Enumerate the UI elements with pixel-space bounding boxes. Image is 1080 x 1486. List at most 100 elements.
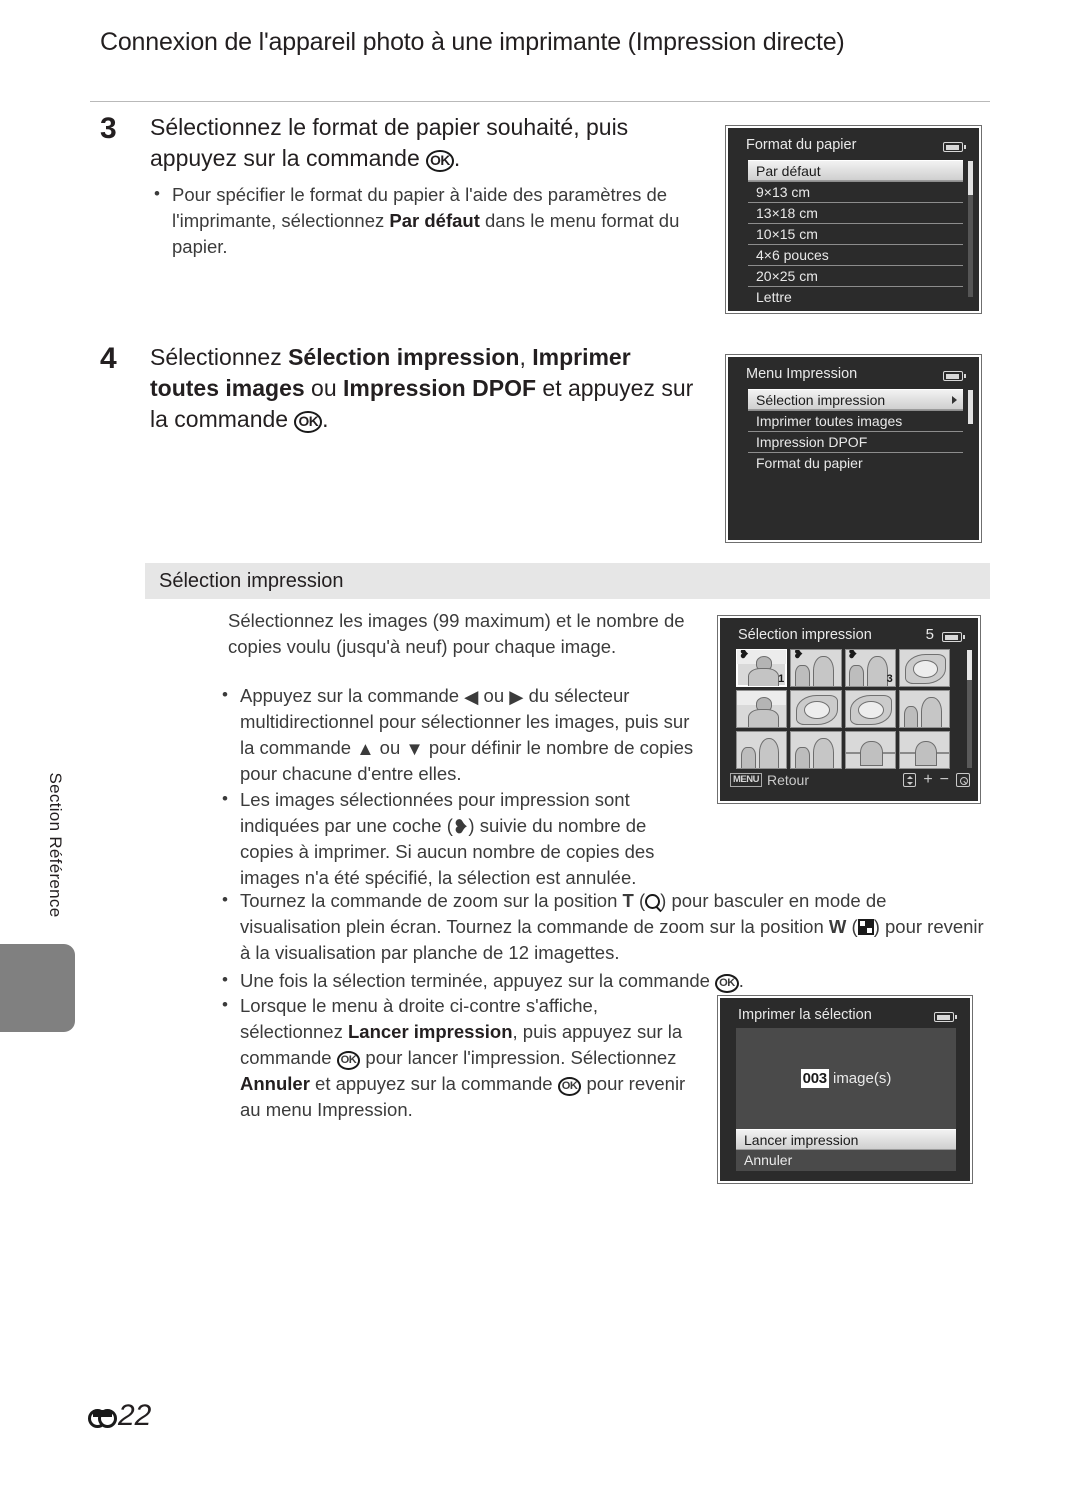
lcd-paper-title: Format du papier: [746, 137, 857, 153]
minus-icon: −: [939, 771, 949, 788]
battery-icon: [942, 632, 965, 642]
step-4-text-e: .: [322, 406, 329, 432]
lcd-print-menu-screen: Menu Impression Sélection impression Imp…: [725, 354, 982, 543]
ok-button-icon: OK: [426, 150, 454, 172]
step-3-bullet-1: Pour spécifier le format du papier à l'a…: [150, 181, 700, 260]
menu-item-13x18[interactable]: 13×18 cm: [748, 202, 963, 223]
thumbnail-1[interactable]: ❥ 1: [736, 649, 788, 687]
check-mark-icon: ❥: [793, 649, 804, 661]
menu-item-par-defaut[interactable]: Par défaut: [748, 160, 963, 181]
step-3-title-text: Sélectionnez le format de papier souhait…: [150, 114, 629, 171]
ok-button-icon: OK: [336, 1051, 361, 1071]
zoom-w-label: W: [828, 916, 847, 937]
menu-item-label: Lettre: [756, 289, 792, 305]
lcd-selection-bottom-bar: MENU Retour + −: [730, 769, 970, 791]
b5-bold-annuler: Annuler: [240, 1073, 310, 1095]
bullet-zoom-control: Tournez la commande de zoom sur la posit…: [218, 887, 990, 966]
menu-item-4x6-pouces[interactable]: 4×6 pouces: [748, 244, 963, 265]
ok-button-icon: OK: [294, 411, 323, 433]
section-header-bar: Sélection impression: [145, 563, 990, 599]
menu-item-lettre[interactable]: Lettre: [748, 286, 963, 307]
lcd-printmenu-scrollbar[interactable]: [968, 390, 973, 424]
section-intro: Sélectionnez les images (99 maximum) et …: [228, 608, 698, 660]
section-bullet-3: Tournez la commande de zoom sur la posit…: [218, 887, 990, 996]
menu-item-impression-dpof[interactable]: Impression DPOF: [748, 431, 963, 452]
section-intro-text: Sélectionnez les images (99 maximum) et …: [228, 610, 685, 657]
step-4-bold-impression-dpof: Impression DPOF: [343, 375, 537, 401]
menu-item-10x15[interactable]: 10×15 cm: [748, 223, 963, 244]
menu-item-20x25[interactable]: 20×25 cm: [748, 265, 963, 286]
lcd-selection-title: Sélection impression: [738, 627, 872, 643]
bullet-bold-par-defaut: Par défaut: [389, 210, 480, 231]
lcd-selection-count: 5: [925, 626, 934, 643]
thumbnail-grid-icon: [857, 919, 874, 935]
thumbnail-5[interactable]: [736, 690, 788, 728]
thumbnail-grid: ❥ 1 ❥ ❥ 3: [736, 649, 950, 769]
ok-button-icon: OK: [715, 974, 739, 994]
zoom-t-label: T: [622, 890, 634, 911]
check-mark-icon: ❥: [739, 649, 750, 661]
b5-c: pour lancer l'impression. Sélectionnez: [360, 1047, 677, 1068]
b5-bold-lancer-impression: Lancer impression: [347, 1021, 513, 1042]
image-count-suffix: image(s): [828, 1070, 892, 1087]
thumbnail-9[interactable]: [736, 731, 788, 769]
magnifier-icon: [956, 773, 970, 787]
magnifier-icon: [645, 894, 661, 909]
step-4-title: Sélectionnez Sélection impression, Impri…: [150, 342, 700, 435]
thumbnail-3[interactable]: ❥ 3: [844, 649, 896, 687]
menu-item-label: Impression DPOF: [756, 434, 868, 450]
section-tab-block: [0, 944, 75, 1032]
header-divider: [90, 101, 990, 102]
battery-icon: [934, 1012, 957, 1022]
bullet-confirm-selection: Une fois la sélection terminée, appuyez …: [218, 967, 990, 994]
arrow-left-icon: ◀: [464, 686, 479, 707]
menu-item-label: Imprimer toutes images: [756, 413, 903, 429]
lcd-printmenu-list: Sélection impression Imprimer toutes ima…: [748, 389, 963, 473]
section-tab-label: Section Référence: [46, 772, 65, 918]
bullet-start-print: Lorsque le menu à droite ci-contre s'aff…: [218, 992, 696, 1123]
menu-item-label: 20×25 cm: [756, 268, 818, 284]
b3-a: Tournez la commande de zoom sur la posit…: [240, 890, 623, 911]
menu-item-selection-impression[interactable]: Sélection impression: [748, 389, 963, 410]
check-mark-icon: ❥: [847, 649, 858, 661]
image-count-value: 003: [800, 1069, 829, 1088]
lcd-printmenu-title: Menu Impression: [746, 366, 858, 382]
menu-item-label: 10×15 cm: [756, 226, 818, 242]
copy-count: 1: [778, 673, 785, 685]
thumbnail-4[interactable]: [898, 649, 950, 687]
menu-item-label: 13×18 cm: [756, 205, 818, 221]
lcd-paper-format-screen: Format du papier Par défaut 9×13 cm 13×1…: [725, 125, 982, 314]
lcd-paper-menu-list: Par défaut 9×13 cm 13×18 cm 10×15 cm 4×6…: [748, 160, 963, 307]
lancer-impression-button[interactable]: Lancer impression: [736, 1129, 956, 1150]
step-4-text-c: ou: [304, 375, 344, 401]
thumbnail-2[interactable]: ❥: [790, 649, 842, 687]
thumbnail-6[interactable]: [790, 690, 842, 728]
thumbnail-8[interactable]: [898, 690, 950, 728]
thumbnail-10[interactable]: [790, 731, 842, 769]
menu-item-label: 4×6 pouces: [756, 247, 829, 263]
step-3-bullets: Pour spécifier le format du papier à l'a…: [150, 181, 700, 260]
reference-section-icon: [88, 1408, 117, 1428]
check-mark-icon: ❥: [452, 816, 469, 837]
menu-item-format-du-papier[interactable]: Format du papier: [748, 452, 963, 473]
annuler-button[interactable]: Annuler: [736, 1150, 956, 1171]
step-4: 4 Sélectionnez Sélection impression, Imp…: [100, 342, 700, 435]
arrow-right-icon: ▶: [509, 686, 524, 707]
page-number-value: 22: [118, 1399, 152, 1432]
battery-icon: [943, 371, 966, 381]
thumbnail-7[interactable]: [844, 690, 896, 728]
thumbnail-11[interactable]: [844, 731, 896, 769]
thumbnail-12[interactable]: [898, 731, 950, 769]
lcd-selection-screen: Sélection impression 5 ❥ 1 ❥ ❥ 3 MENU Reto…: [717, 615, 981, 804]
menu-button-badge[interactable]: MENU: [730, 773, 762, 787]
lcd-print-confirm-screen: Imprimer la sélection 003 image(s) Lance…: [717, 995, 973, 1184]
b3-d: (: [846, 916, 858, 937]
image-count-row: 003 image(s): [736, 1069, 956, 1088]
grid-scrollbar[interactable]: [967, 650, 972, 768]
step-3-title-tail: .: [453, 145, 461, 171]
menu-item-imprimer-toutes-images[interactable]: Imprimer toutes images: [748, 410, 963, 431]
b1-d: ou: [374, 737, 406, 758]
b4-a: Une fois la sélection terminée, appuyez …: [240, 970, 716, 991]
menu-item-9x13[interactable]: 9×13 cm: [748, 181, 963, 202]
lcd-paper-scrollbar[interactable]: [968, 161, 973, 297]
